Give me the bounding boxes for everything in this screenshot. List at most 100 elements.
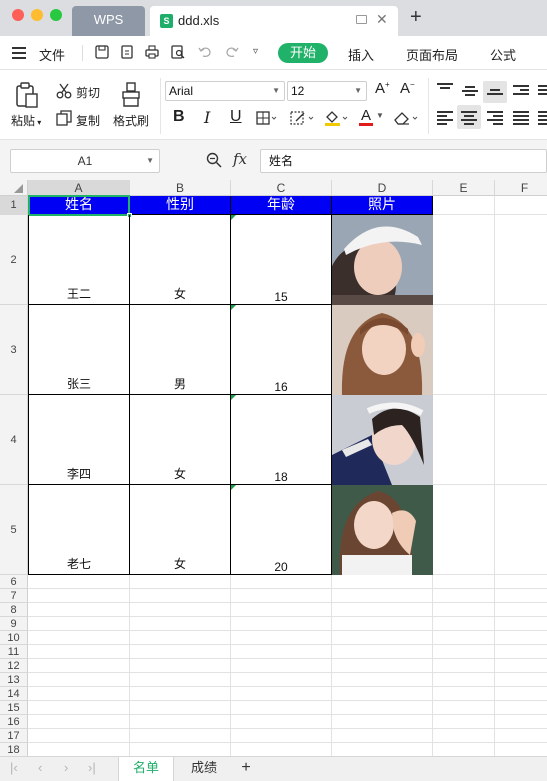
table-cell-age[interactable]: 15 <box>231 215 332 305</box>
sheet-tab-scores[interactable]: 成绩 <box>176 757 232 781</box>
column-header-b[interactable]: B <box>130 180 231 196</box>
row-header-7[interactable]: 7 <box>0 589 28 603</box>
file-menu[interactable]: 文件 <box>39 45 65 64</box>
table-cell-name[interactable]: 老七 <box>28 485 130 575</box>
cut-button[interactable]: 剪切 <box>76 84 100 101</box>
header-cell-gender[interactable]: 性别 <box>130 196 231 215</box>
underline-button[interactable]: U <box>230 108 242 126</box>
zoom-window-button[interactable] <box>50 9 62 21</box>
name-box[interactable]: A1 ▼ <box>10 149 160 173</box>
row-header-6[interactable]: 6 <box>0 575 28 589</box>
align-middle-icon[interactable] <box>462 86 478 100</box>
align-right-icon[interactable] <box>487 111 503 125</box>
row-header-14[interactable]: 14 <box>0 687 28 701</box>
table-cell-age[interactable]: 18 <box>231 395 332 485</box>
align-top-icon[interactable] <box>437 83 453 97</box>
print-preview-icon[interactable] <box>171 45 185 59</box>
row-header-9[interactable]: 9 <box>0 617 28 631</box>
table-cell-age[interactable]: 20 <box>231 485 332 575</box>
align-left-icon[interactable] <box>437 111 453 125</box>
row-header-16[interactable]: 16 <box>0 715 28 729</box>
paste-icon[interactable] <box>15 82 39 108</box>
save-icon[interactable] <box>95 45 109 59</box>
table-cell-name[interactable]: 王二 <box>28 215 130 305</box>
hamburger-menu-icon[interactable] <box>12 47 26 59</box>
zoom-search-icon[interactable] <box>206 152 222 168</box>
row-header-18[interactable]: 18 <box>0 743 28 756</box>
more-dropdown-icon[interactable]: ▿ <box>253 46 258 57</box>
row-header-10[interactable]: 10 <box>0 631 28 645</box>
export-pdf-icon[interactable] <box>120 45 134 59</box>
tab-formulas[interactable]: 公式 <box>490 45 516 64</box>
redo-icon[interactable] <box>225 45 239 59</box>
scissors-icon[interactable] <box>56 83 72 99</box>
row-header-8[interactable]: 8 <box>0 603 28 617</box>
tab-page-layout[interactable]: 页面布局 <box>406 45 458 64</box>
row-header-17[interactable]: 17 <box>0 729 28 743</box>
paste-button[interactable]: 粘贴 ▾ <box>11 112 41 129</box>
copy-icon[interactable] <box>56 110 72 126</box>
row-header-3[interactable]: 3 <box>0 305 28 395</box>
row-header-11[interactable]: 11 <box>0 645 28 659</box>
close-tab-icon[interactable]: ✕ <box>376 11 388 28</box>
clear-format-icon[interactable] <box>393 110 421 126</box>
spreadsheet-grid[interactable]: A B C D E F 1 2 3 4 5 6 7 8 9 10 11 12 1… <box>0 180 547 756</box>
column-header-c[interactable]: C <box>231 180 332 196</box>
sheet-tab-roster[interactable]: 名单 <box>118 757 174 781</box>
row-header-5[interactable]: 5 <box>0 485 28 575</box>
header-cell-photo[interactable]: 照片 <box>332 196 433 215</box>
table-cell-gender[interactable]: 男 <box>130 305 231 395</box>
header-cell-age[interactable]: 年龄 <box>231 196 332 215</box>
copy-button[interactable]: 复制 <box>76 112 100 129</box>
add-sheet-button[interactable]: + <box>236 757 256 781</box>
borders-icon[interactable] <box>256 111 278 125</box>
tab-wps-home[interactable]: WPS <box>72 6 145 36</box>
photo-image[interactable] <box>332 215 433 305</box>
decrease-indent-icon[interactable] <box>513 85 529 99</box>
grow-font-button[interactable]: A+ <box>375 80 390 97</box>
monitor-icon[interactable] <box>356 15 367 24</box>
print-icon[interactable] <box>145 45 159 59</box>
row-header-2[interactable]: 2 <box>0 215 28 305</box>
font-size-select[interactable]: 12 ▼ <box>287 81 367 101</box>
font-color-button[interactable]: A ▼ <box>358 107 386 127</box>
tab-document[interactable]: S ddd.xls ✕ <box>150 6 398 36</box>
table-cell-age[interactable]: 16 <box>231 305 332 395</box>
undo-icon[interactable] <box>198 45 212 59</box>
row-header-1[interactable]: 1 <box>0 196 28 215</box>
tab-home[interactable]: 开始 <box>278 43 328 63</box>
column-header-f[interactable]: F <box>495 180 547 196</box>
close-window-button[interactable] <box>12 9 24 21</box>
next-sheet-icon[interactable]: › <box>64 760 68 775</box>
row-header-15[interactable]: 15 <box>0 701 28 715</box>
tab-insert[interactable]: 插入 <box>348 45 374 64</box>
last-sheet-icon[interactable]: ›| <box>88 760 96 775</box>
column-header-e[interactable]: E <box>433 180 495 196</box>
row-header-4[interactable]: 4 <box>0 395 28 485</box>
bold-button[interactable]: B <box>173 108 185 126</box>
distribute-icon[interactable] <box>538 111 547 125</box>
format-painter-icon[interactable] <box>120 82 142 108</box>
column-header-d[interactable]: D <box>332 180 433 196</box>
new-tab-button[interactable]: + <box>410 6 422 29</box>
minimize-window-button[interactable] <box>31 9 43 21</box>
first-sheet-icon[interactable]: |‹ <box>10 760 18 775</box>
table-cell-gender[interactable]: 女 <box>130 395 231 485</box>
table-cell-name[interactable]: 张三 <box>28 305 130 395</box>
format-painter-button[interactable]: 格式刷 <box>113 112 149 129</box>
photo-image[interactable] <box>332 395 433 485</box>
italic-button[interactable]: I <box>204 108 210 127</box>
select-all-corner[interactable] <box>0 180 28 196</box>
row-header-13[interactable]: 13 <box>0 673 28 687</box>
row-header-12[interactable]: 12 <box>0 659 28 673</box>
formula-input[interactable]: 姓名 <box>260 149 547 173</box>
fill-style-icon[interactable] <box>290 111 316 125</box>
shrink-font-button[interactable]: A− <box>400 80 415 97</box>
insert-function-button[interactable]: fx <box>233 150 247 168</box>
table-cell-gender[interactable]: 女 <box>130 485 231 575</box>
previous-sheet-icon[interactable]: ‹ <box>38 760 42 775</box>
photo-image[interactable] <box>332 485 433 575</box>
justify-icon[interactable] <box>513 111 529 125</box>
font-name-select[interactable]: Arial ▼ <box>165 81 285 101</box>
increase-indent-icon[interactable] <box>538 85 547 99</box>
